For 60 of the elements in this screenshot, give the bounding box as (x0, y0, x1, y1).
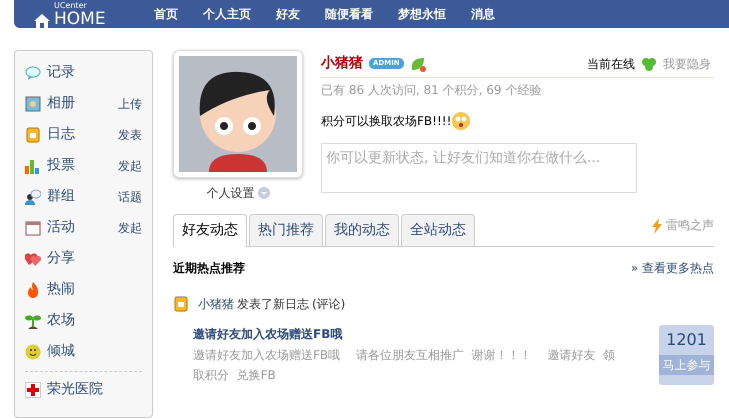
sidebar-link[interactable]: 农场 (47, 310, 75, 331)
home-icon (34, 14, 50, 28)
logo-subtitle: UCenter (54, 0, 88, 10)
logo-text: HOME (54, 10, 106, 28)
tab[interactable]: 热门推荐 (249, 214, 323, 246)
tab[interactable]: 好友动态 (173, 214, 247, 247)
speech-bubble-icon (25, 64, 41, 80)
sidebar-link[interactable]: 群组 (47, 186, 75, 207)
nav-link[interactable]: 个人主页 (203, 5, 251, 23)
clover-icon (641, 56, 657, 72)
post-summary: 邀请好友加入农场赠送FB哦 请各位朋友互相推广 谢谢！！！ 邀请好友 领取积分 兑换FB (193, 347, 616, 384)
tab[interactable]: 全站动态 (401, 214, 475, 246)
caret-icon (258, 187, 270, 199)
lightning-icon (651, 218, 663, 234)
sidebar-link[interactable]: 荣光医院 (47, 379, 103, 400)
nav-link[interactable]: 梦想永恒 (398, 5, 446, 23)
sidebar-link[interactable]: 投票 (47, 155, 75, 176)
notepad-icon (173, 296, 189, 312)
online-status: 当前在线 (587, 56, 635, 72)
sidebar-link[interactable]: 活动 (47, 217, 75, 238)
tab[interactable]: 我的动态 (325, 214, 399, 246)
nav-link[interactable]: 好友 (276, 5, 300, 23)
status-text: 积分可以换取农场FB!!!! (321, 113, 452, 130)
notepad-icon (25, 126, 41, 142)
more-hot-link[interactable]: » 查看更多热点 (630, 259, 714, 277)
nav-link[interactable]: 消息 (471, 5, 495, 23)
visit-stats: 已有 86 人次访问, 81 个积分, 69 个经验 (321, 82, 542, 99)
user-name: 小猪猪 (321, 54, 363, 73)
sidebar-action-link[interactable]: 发起 (118, 218, 142, 236)
sidebar-link[interactable]: 日志 (47, 124, 75, 145)
post-title-link[interactable]: 邀请好友加入农场赠送FB哦 (193, 327, 342, 341)
leaf-icon (410, 56, 426, 72)
comment-link[interactable]: (评论) (312, 295, 346, 313)
nav-link[interactable]: 首页 (154, 5, 178, 23)
status-input[interactable]: 你可以更新状态, 让好友们知道你在做什么... (321, 143, 637, 193)
flame-icon (25, 282, 41, 298)
settings-link[interactable]: 个人设置 (206, 184, 270, 202)
sidebar-link[interactable]: 相册 (47, 93, 75, 114)
sidebar-link[interactable]: 热闹 (47, 279, 75, 300)
user-link[interactable]: 小猪猪 (198, 295, 234, 313)
sidebar-link[interactable]: 分享 (47, 248, 75, 269)
vote-count: 1201 (665, 329, 708, 351)
sidebar-action-link[interactable]: 话题 (118, 188, 142, 206)
first-aid-icon (25, 382, 41, 398)
nav-link[interactable]: 随便看看 (325, 5, 373, 23)
feed-action: 发表了新日志 (237, 296, 309, 313)
bar-chart-icon (25, 158, 41, 174)
sidebar-link[interactable]: 记录 (47, 62, 75, 83)
smiley-icon (25, 344, 41, 360)
sprout-icon (25, 312, 41, 328)
section-title: 近期热点推荐 (173, 260, 245, 277)
hearts-icon (25, 250, 41, 266)
calendar-icon (25, 220, 41, 236)
sidebar-action-link[interactable]: 发起 (118, 156, 142, 174)
sidebar-link[interactable]: 倾城 (47, 341, 75, 362)
sidebar-action-link[interactable]: 发表 (118, 126, 142, 144)
emoji-icon (451, 111, 472, 131)
picture-icon (25, 96, 41, 112)
people-icon (25, 188, 41, 204)
sidebar-action-link[interactable]: 上传 (118, 94, 142, 112)
